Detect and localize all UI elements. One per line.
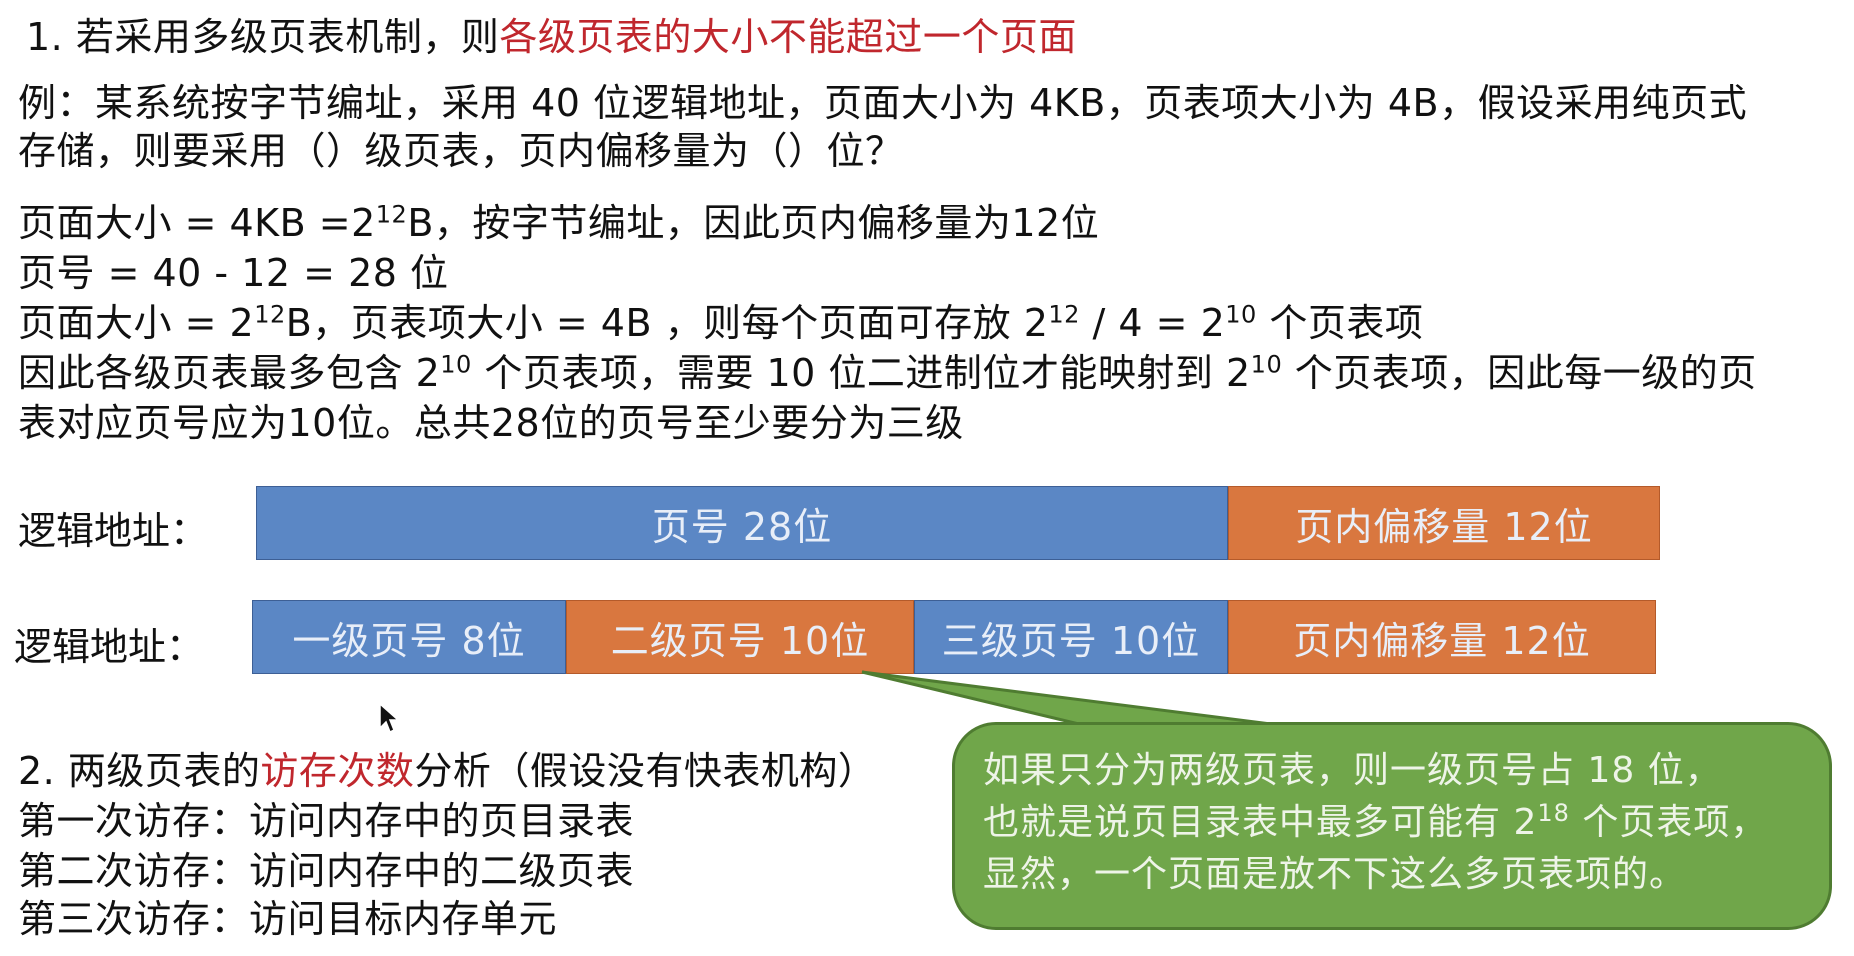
- callout-line-3: 显然，一个页面是放不下这么多页表项的。: [983, 854, 1687, 895]
- exponent: 18: [1537, 799, 1570, 827]
- heading-2-highlight: 访存次数: [260, 749, 415, 793]
- callout-line-1: 如果只分为两级页表，则一级页号占 18 位，: [983, 750, 1722, 791]
- callout-text: 个页表项，: [1569, 802, 1768, 843]
- callout-bubble: 如果只分为两级页表，则一级页号占 18 位， 也就是说页目录表中最多可能有 21…: [952, 722, 1832, 930]
- access-2: 第二次访存：访问内存中的二级页表: [18, 849, 635, 893]
- access-3: 第三次访存：访问目标内存单元: [18, 897, 558, 941]
- callout-text: 也就是说页目录表中最多可能有 2: [983, 802, 1538, 843]
- heading-2-prefix: 2. 两级页表的: [18, 749, 261, 793]
- access-1: 第一次访存：访问内存中的页目录表: [18, 799, 635, 843]
- callout-line-2: 也就是说页目录表中最多可能有 218 个页表项，: [983, 797, 1801, 849]
- heading-2-suffix: 分析（假设没有快表机构）: [414, 749, 877, 793]
- heading-2: 2. 两级页表的访存次数分析（假设没有快表机构）: [18, 748, 876, 794]
- mouse-cursor-icon: [379, 702, 400, 734]
